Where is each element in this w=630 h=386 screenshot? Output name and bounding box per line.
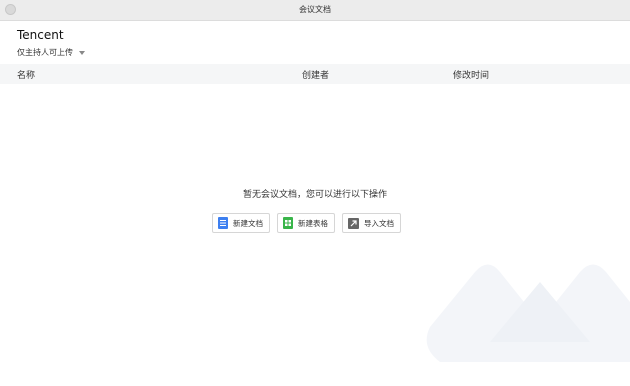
column-header-name[interactable]: 名称	[17, 68, 35, 81]
title-bar: 会议文档	[0, 0, 630, 21]
action-buttons: 新建文档 新建表格 导入文档	[212, 213, 401, 233]
new-doc-button[interactable]: 新建文档	[212, 213, 270, 233]
import-doc-button[interactable]: 导入文档	[342, 213, 401, 233]
permission-label: 仅主持人可上传	[17, 48, 73, 57]
new-doc-label: 新建文档	[233, 218, 263, 228]
import-icon	[348, 217, 359, 229]
permission-dropdown[interactable]: 仅主持人可上传	[17, 47, 85, 58]
import-doc-label: 导入文档	[364, 218, 394, 228]
window-title: 会议文档	[299, 5, 331, 14]
column-header-modified[interactable]: 修改时间	[453, 68, 489, 81]
column-header-creator[interactable]: 创建者	[302, 68, 329, 81]
empty-state-message: 暂无会议文档，您可以进行以下操作	[242, 190, 387, 200]
chevron-down-icon	[79, 50, 85, 55]
doc-icon	[218, 217, 228, 229]
watermark-logo	[426, 264, 630, 362]
new-sheet-button[interactable]: 新建表格	[277, 213, 335, 233]
sheet-icon	[283, 217, 293, 229]
new-sheet-label: 新建表格	[298, 218, 328, 228]
table-header: 名称 创建者 修改时间	[0, 64, 630, 84]
org-name: Tencent	[17, 28, 64, 42]
